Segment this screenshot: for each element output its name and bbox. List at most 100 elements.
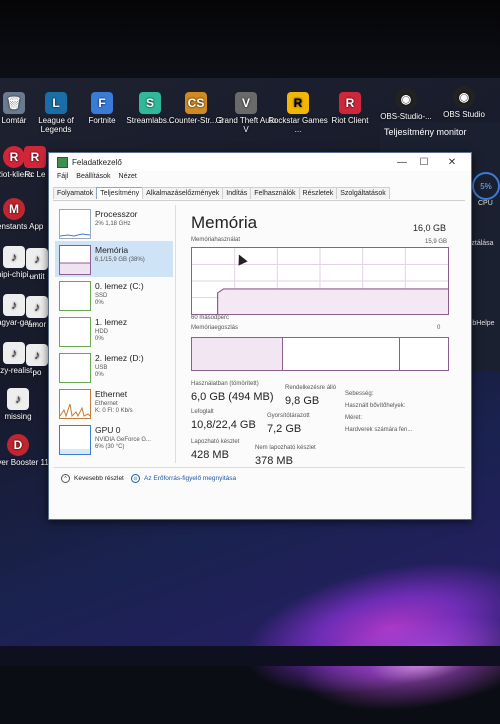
nonpaged-pool-value: 378 MB [255,455,293,467]
paged-pool-value: 428 MB [191,449,229,461]
cached-label: Gyorsítótárazott [267,413,310,419]
performance-monitor-title[interactable]: Teljesítmény monitor [384,127,467,137]
desktop-icon-missing[interactable]: ♪ missing [0,388,50,421]
task-manager-window: Feladatkezelő — ☐ ✕ Fájl Beállítások Néz… [48,152,472,520]
tab-processes[interactable]: Folyamatok [53,187,98,199]
open-resource-monitor-link[interactable]: ⊙ Az Erőforrás-figyelő megnyitása [131,474,236,483]
rockstar-icon: R [287,92,309,114]
desktop-icon-rc[interactable]: R Rc Le [20,146,50,179]
resource-sub: 6% (30 °C) [95,444,125,450]
desktop-icon-obs-studio[interactable]: ◉ OBS Studio [432,86,496,119]
resource-title: 1. lemez [95,317,128,327]
disk1-thumbnail [59,317,91,347]
memory-sparkline [60,262,90,274]
composition-modified [283,338,400,370]
usage-graph-max: 15,9 GB [425,239,448,245]
audio-file-icon: ♪ [26,296,48,318]
in-use-label: Használatban (tömörített) [191,381,259,387]
minimize-button[interactable]: — [393,155,411,169]
cached-value: 7,2 GB [267,423,302,435]
gpu-sparkline [60,449,90,454]
tab-performance[interactable]: Teljesítmény [96,187,144,199]
resource-title: Processzor [95,209,138,219]
recycle-bin-icon: 🗑 [3,92,25,114]
resource-title: Ethernet [95,389,128,399]
audio-file-icon: ♪ [26,344,48,366]
hardware-reserved-label: Hardverek számára fen... [345,427,413,433]
nonpaged-pool-label: Nem lapozható készlet [255,445,316,451]
driver-booster-icon: D [7,434,29,456]
resource-monitor-icon: ⊙ [131,474,140,483]
resource-item-memory[interactable]: Memória 6,1/15,9 GB (38%) [55,241,173,277]
resource-list: Processzor 2% 1,18 GHz Memória 6,1/15,9 … [55,205,175,485]
cpu-gauge: 5% [472,172,500,200]
riot-client-icon: R [24,146,46,168]
counter-strike-icon: CS [185,92,207,114]
desktop-icon-label: OBS-Studio-... [380,112,432,121]
graph-zero-label: 0 [437,325,441,331]
committed-label: Lefoglalt [191,409,214,415]
resource-item-gpu[interactable]: GPU 0 NVIDIA GeForce G... 6% (30 °C) [55,421,173,457]
pane-divider [175,205,176,463]
resource-sub: K: 0 Fl: 0 Kb/s [95,408,133,414]
desktop-icon-mylenstants[interactable]: M Mylenstants App [0,198,46,231]
desktop-icon-label: Riot Client [331,116,369,125]
resource-sub: SSD [95,293,108,299]
slots-label: Használt bővítőhelyek: [345,403,406,409]
resource-item-cpu[interactable]: Processzor 2% 1,18 GHz [55,205,173,241]
resource-item-ethernet[interactable]: Ethernet Ethernet K: 0 Fl: 0 Kb/s [55,385,173,421]
paged-pool-label: Lapozható készlet [191,439,240,445]
chevron-up-icon: ^ [61,474,70,483]
panel-total: 16,0 GB [413,223,447,233]
menu-options[interactable]: Beállítások [76,173,110,180]
app-icon: M [3,198,25,220]
desktop-icon-driver-booster[interactable]: D Driver Booster 11 [0,434,50,467]
tab-users[interactable]: Felhasználók [250,187,300,199]
menu-bar: Fájl Beállítások Nézet [57,173,137,180]
title-bar[interactable]: Feladatkezelő — ☐ ✕ [49,153,471,171]
composition-in-use [192,338,283,370]
resource-item-disk0[interactable]: 0. lemez (C:) SSD 0% [55,277,173,313]
resource-sub: 0% [95,372,104,378]
close-button[interactable]: ✕ [443,155,461,169]
tab-services[interactable]: Szolgáltatások [336,187,390,199]
resource-sub: 0% [95,336,104,342]
memory-usage-graph [191,247,449,315]
window-title: Feladatkezelő [72,157,122,167]
speed-label: Sebesség: [345,391,374,397]
tab-startup[interactable]: Indítás [222,187,252,199]
committed-value: 10,8/22,4 GB [191,419,256,431]
desktop-icon-riot-client[interactable]: R Riot Client [318,92,382,125]
audio-file-icon: ♪ [26,248,48,270]
open-resource-monitor-label: Az Erőforrás-figyelő megnyitása [144,475,237,482]
desktop-icon-label: Driver Booster 11 [0,458,49,467]
available-value: 9,8 GB [285,395,320,407]
maximize-button[interactable]: ☐ [415,155,433,169]
desktop-icon-label: Rc Le [24,170,46,179]
audio-file-icon: ♪ [7,388,29,410]
in-use-value: 6,0 GB (494 MB) [191,391,274,403]
tab-details[interactable]: Részletek [298,187,338,199]
memory-usage-plot [192,248,448,314]
resource-sub: HDD [95,329,108,335]
resource-item-disk1[interactable]: 1. lemez HDD 0% [55,313,173,349]
tab-app-history[interactable]: Alkalmazáselőzmények [142,187,224,199]
menu-view[interactable]: Nézet [119,173,137,180]
desktop-icon-label: Mylenstants App [0,222,44,231]
desktop-icon-label: missing [4,412,32,421]
league-icon: L [45,92,67,114]
fewer-details-link[interactable]: ^ Kevesebb részlet [61,474,124,483]
monitor-bezel [0,0,500,78]
resource-title: GPU 0 [95,425,121,435]
streamlabs-icon: S [139,92,161,114]
footer-divider [53,467,465,468]
resource-title: 0. lemez (C:) [95,281,144,291]
resource-item-disk2[interactable]: 2. lemez (D:) USB 0% [55,349,173,385]
resource-sub: Ethernet [95,401,118,407]
available-label: Rendelkezésre álló [285,385,337,391]
desktop-icon-obs-installer[interactable]: ◉ OBS-Studio-... [374,88,438,121]
disk2-thumbnail [59,353,91,383]
ethernet-sparkline [60,403,90,418]
menu-file[interactable]: Fájl [57,173,68,180]
cpu-label: CPU [478,200,493,207]
